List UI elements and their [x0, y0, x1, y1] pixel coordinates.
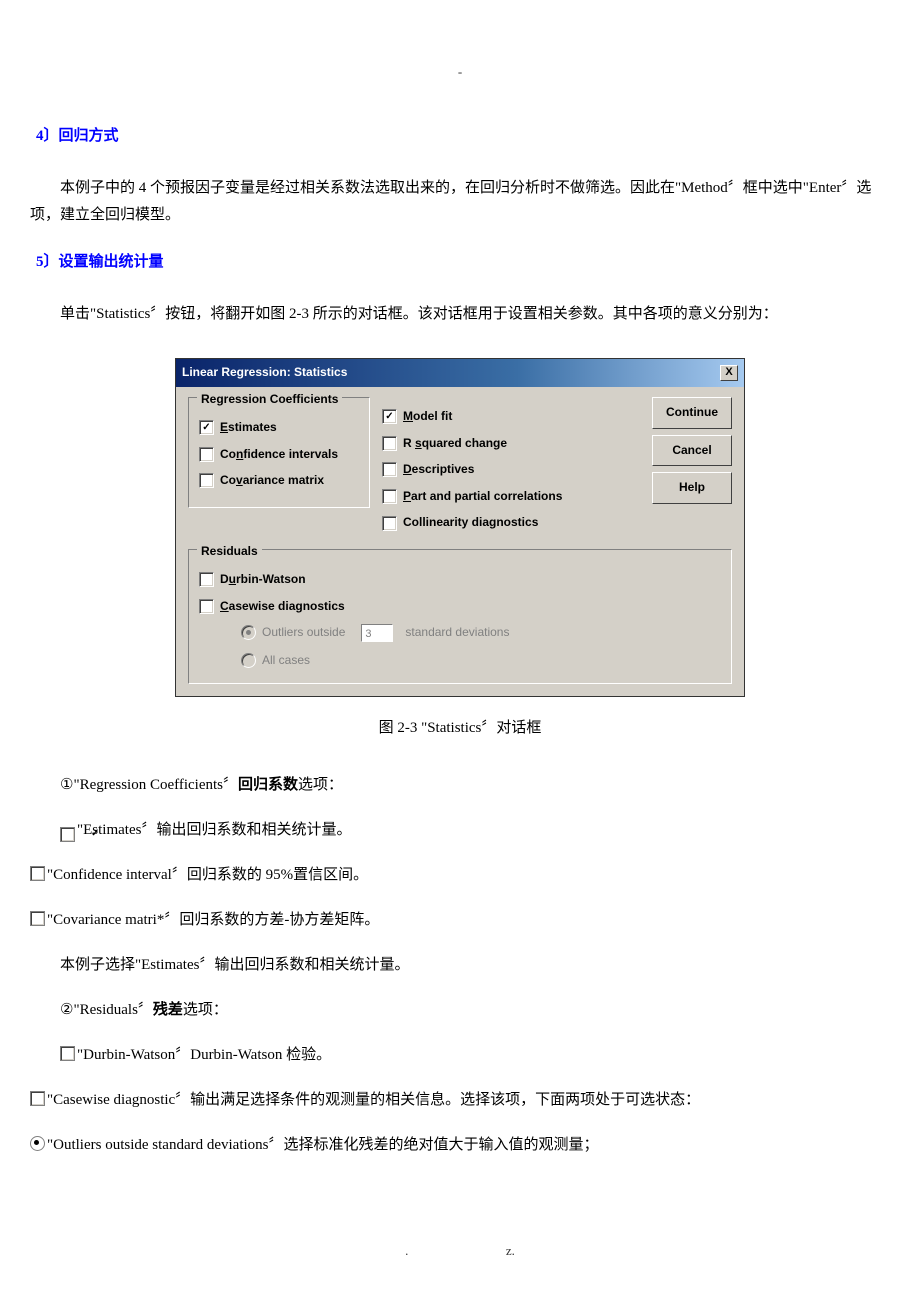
rsquared-checkbox[interactable] [382, 436, 397, 451]
residuals-group: Residuals Durbin-Watson Casewise diagnos… [188, 549, 732, 684]
inline-checkbox-icon [30, 866, 45, 881]
modelfit-checkbox[interactable] [382, 409, 397, 424]
partpartial-checkbox[interactable] [382, 489, 397, 504]
inline-checkbox-icon [60, 1046, 75, 1061]
durbin-checkbox-row[interactable]: Durbin-Watson [199, 569, 721, 591]
item1-estimates: "Estimates〞输出回归系数和相关统计量。 [30, 817, 890, 844]
estimates-checkbox-row[interactable]: Estimates [199, 417, 359, 439]
section5-paragraph: 单击"Statistics〞按钮，将翻开如图 2-3 所示的对话框。该对话框用于… [30, 301, 890, 328]
section5-heading: 5〕设置输出统计量 [36, 249, 890, 276]
page-footer: . z. [30, 1239, 890, 1262]
residuals-legend: Residuals [197, 541, 262, 563]
item2-outliers: "Outliers outside standard deviations〞选择… [30, 1132, 890, 1159]
casewise-checkbox[interactable] [199, 599, 214, 614]
dialog-titlebar: Linear Regression: Statistics X [176, 359, 744, 387]
covariance-checkbox[interactable] [199, 473, 214, 488]
descriptives-checkbox-row[interactable]: Descriptives [382, 459, 640, 481]
close-icon[interactable]: X [720, 365, 738, 381]
estimates-checkbox[interactable] [199, 420, 214, 435]
inline-checkbox-icon [30, 1091, 45, 1106]
dialog-title: Linear Regression: Statistics [182, 362, 347, 384]
confidence-checkbox[interactable] [199, 447, 214, 462]
collinearity-checkbox-row[interactable]: Collinearity diagnostics [382, 512, 640, 534]
item1-heading: ①"Regression Coefficients〞回归系数选项： [30, 772, 890, 799]
outliers-stddev-input: 3 [361, 624, 393, 642]
regression-coefficients-group: Regression Coefficients Estimates Confid… [188, 397, 370, 508]
figure-caption: 图 2-3 "Statistics〞对话框 [30, 715, 890, 742]
outliers-radio-row: Outliers outside 3 standard deviations [241, 622, 721, 644]
item1-covariance: "Covariance matri*〞回归系数的方差-协方差矩阵。 [30, 907, 890, 934]
collinearity-checkbox[interactable] [382, 516, 397, 531]
inline-checkbox-icon [30, 911, 45, 926]
cancel-button[interactable]: Cancel [652, 435, 732, 467]
confidence-checkbox-row[interactable]: Confidence intervals [199, 444, 359, 466]
allcases-radio [241, 653, 256, 668]
durbin-checkbox[interactable] [199, 572, 214, 587]
item1-summary: 本例子选择"Estimates〞输出回归系数和相关统计量。 [30, 952, 890, 979]
outliers-radio [241, 625, 256, 640]
item2-casewise: "Casewise diagnostic〞输出满足选择条件的观测量的相关信息。选… [30, 1087, 890, 1114]
modelfit-checkbox-row[interactable]: Model fit [382, 406, 640, 428]
header-dash: - [30, 60, 890, 83]
inline-radio-checked-icon [30, 1136, 45, 1151]
estimates-label: stimates [228, 420, 277, 434]
statistics-dialog: Linear Regression: Statistics X Regressi… [175, 358, 745, 697]
covariance-checkbox-row[interactable]: Covariance matrix [199, 470, 359, 492]
casewise-checkbox-row[interactable]: Casewise diagnostics [199, 596, 721, 618]
item2-durbin: "Durbin-Watson〞Durbin-Watson 检验。 [30, 1042, 890, 1069]
allcases-radio-row: All cases [241, 650, 721, 672]
partpartial-checkbox-row[interactable]: Part and partial correlations [382, 486, 640, 508]
regression-group-legend: Regression Coefficients [197, 389, 342, 411]
help-button[interactable]: Help [652, 472, 732, 504]
inline-checkbox-checked-icon [60, 827, 75, 842]
item1-confidence: "Confidence interval〞回归系数的 95%置信区间。 [30, 862, 890, 889]
continue-button[interactable]: Continue [652, 397, 732, 429]
descriptives-checkbox[interactable] [382, 462, 397, 477]
item2-heading: ②"Residuals〞残差选项： [30, 997, 890, 1024]
rsquared-checkbox-row[interactable]: R squared change [382, 433, 640, 455]
section4-heading: 4〕回归方式 [36, 123, 890, 150]
section4-paragraph: 本例子中的 4 个预报因子变量是经过相关系数法选取出来的，在回归分析时不做筛选。… [30, 175, 890, 229]
stddev-label: standard deviations [405, 622, 509, 644]
